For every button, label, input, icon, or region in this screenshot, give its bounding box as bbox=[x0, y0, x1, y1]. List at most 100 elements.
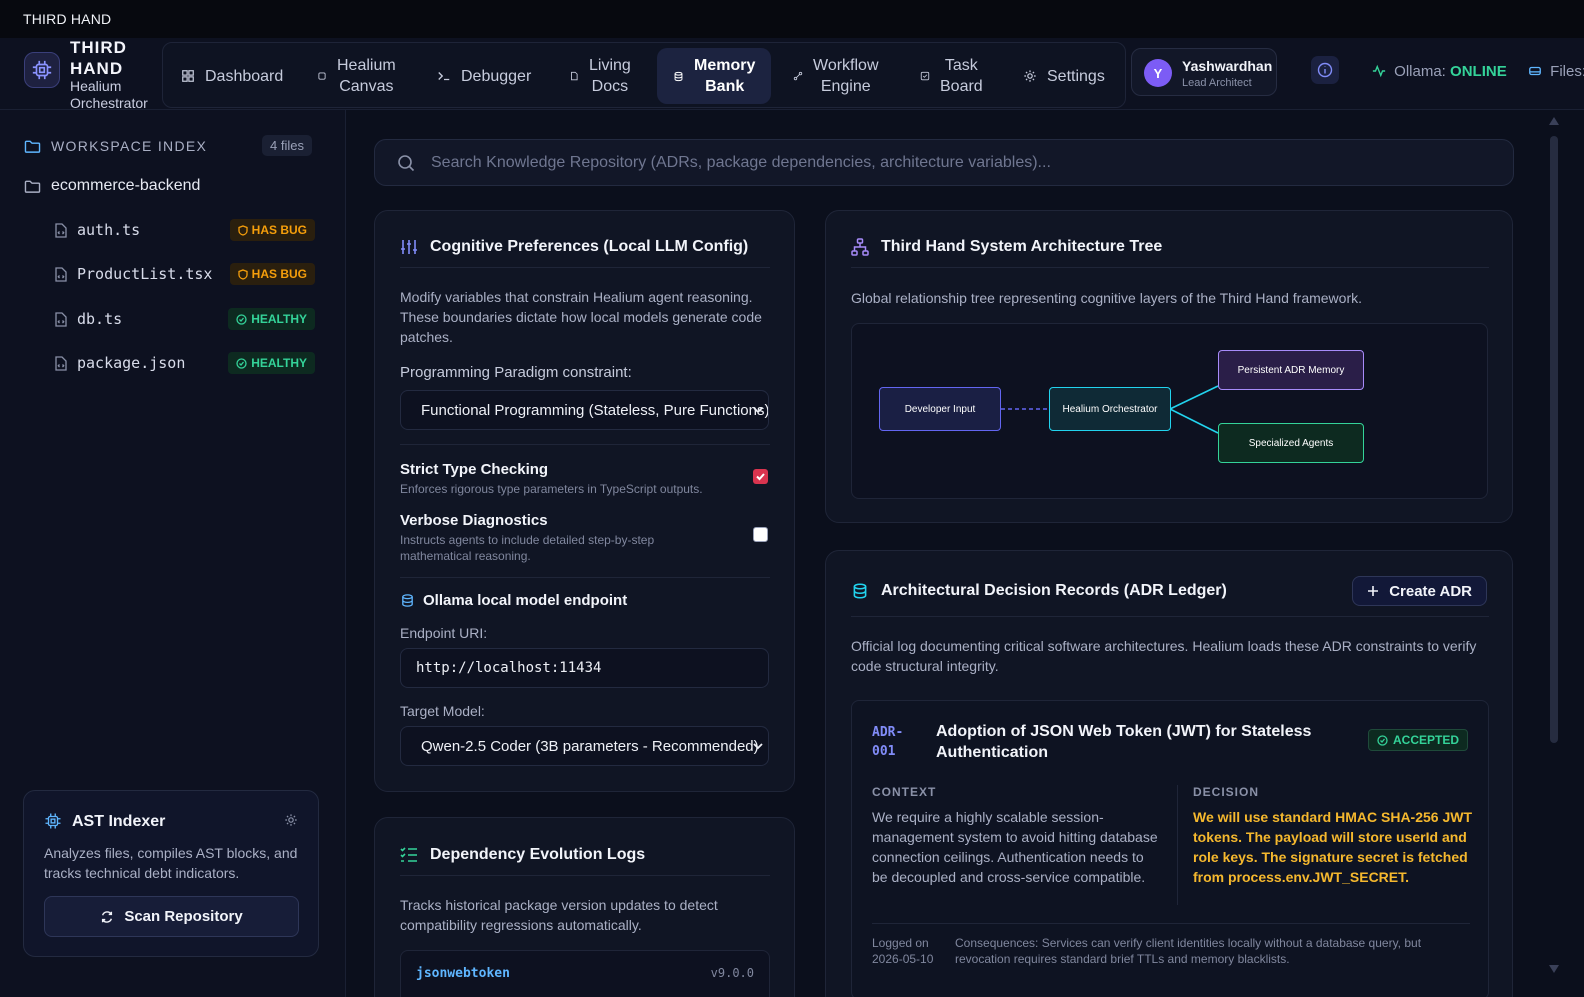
decision-label: DECISION bbox=[1193, 785, 1260, 799]
chevron-down-icon bbox=[753, 407, 763, 414]
nav-dashboard-label: Dashboard bbox=[205, 67, 284, 85]
node-healium-orchestrator: Healium Orchestrator bbox=[1049, 387, 1171, 431]
paradigm-value: Functional Programming (Stateless, Pure … bbox=[421, 401, 769, 419]
gear-icon[interactable] bbox=[284, 813, 298, 827]
nav-workflow-engine-label: Workflow Engine bbox=[813, 57, 879, 95]
database-icon bbox=[853, 583, 867, 599]
scroll-up-icon[interactable] bbox=[1548, 116, 1560, 126]
workspace-header: WORKSPACE INDEX bbox=[24, 138, 207, 154]
endpoint-uri-input[interactable]: http://localhost:11434 bbox=[400, 648, 769, 688]
folder-ecommerce-backend[interactable]: ecommerce-backend bbox=[24, 177, 200, 195]
check-circle-icon bbox=[236, 357, 247, 369]
brand-name-line1: THIRD bbox=[70, 38, 127, 57]
scan-repository-button[interactable]: Scan Repository bbox=[44, 896, 299, 937]
context-text: We require a highly scalable session-man… bbox=[872, 809, 1158, 885]
workflow-icon bbox=[793, 71, 803, 81]
file-count-badge: 4 files bbox=[262, 135, 312, 156]
nav-dashboard[interactable]: Dashboard bbox=[181, 43, 283, 109]
folder-icon bbox=[24, 180, 41, 193]
dependency-version: v9.0.0 bbox=[710, 966, 754, 980]
nav-settings[interactable]: Settings bbox=[1023, 43, 1105, 109]
verbose-diagnostics-checkbox[interactable] bbox=[753, 527, 768, 542]
list-icon bbox=[400, 847, 417, 862]
avatar: Y bbox=[1144, 59, 1172, 87]
main-content: Search Knowledge Repository (ADRs, packa… bbox=[346, 110, 1584, 997]
target-model-select[interactable]: Qwen-2.5 Coder (3B parameters - Recommen… bbox=[400, 726, 769, 766]
nav-memory-bank[interactable]: Memory Bank bbox=[657, 48, 772, 104]
cognitive-preferences-description: Modify variables that constrain Healium … bbox=[400, 289, 762, 345]
dependency-evolution-description: Tracks historical package version update… bbox=[400, 897, 718, 933]
refresh-icon bbox=[102, 910, 113, 923]
context-label: CONTEXT bbox=[872, 785, 937, 799]
ast-indexer-title: AST Indexer bbox=[72, 813, 166, 830]
nav-healium-canvas[interactable]: Healium Canvas bbox=[317, 43, 396, 109]
ast-indexer-card: AST Indexer Analyzes files, compiles AST… bbox=[23, 790, 319, 957]
adr-ledger-card: Architectural Decision Records (ADR Ledg… bbox=[825, 550, 1513, 997]
main-scrollbar[interactable] bbox=[1546, 112, 1562, 980]
architecture-diagram: Developer Input Healium Orchestrator Per… bbox=[851, 323, 1488, 499]
nav-workflow-engine[interactable]: Workflow Engine bbox=[793, 43, 879, 109]
cognitive-preferences-title: Cognitive Preferences (Local LLM Config) bbox=[400, 238, 748, 256]
shield-alert-icon bbox=[238, 224, 248, 236]
file-auth-ts[interactable]: auth.ts HAS BUG bbox=[55, 219, 315, 241]
node-specialized-agents: Specialized Agents bbox=[1218, 423, 1364, 463]
terminal-icon bbox=[438, 72, 450, 81]
nav-task-board[interactable]: Task Board bbox=[920, 43, 983, 109]
nav-debugger[interactable]: Debugger bbox=[437, 43, 531, 109]
chip-icon bbox=[45, 813, 61, 829]
workspace-title: WORKSPACE INDEX bbox=[51, 138, 208, 154]
check-circle-icon bbox=[236, 313, 247, 325]
info-button[interactable] bbox=[1311, 56, 1339, 84]
plus-icon bbox=[1368, 586, 1379, 596]
database-icon bbox=[674, 71, 683, 81]
file-productlist-tsx[interactable]: ProductList.tsx HAS BUG bbox=[55, 263, 315, 285]
file-code-icon bbox=[55, 222, 67, 238]
target-model-label: Target Model: bbox=[400, 703, 485, 719]
verbose-diagnostics-description: Instructs agents to include detailed ste… bbox=[400, 533, 655, 563]
file-code-icon bbox=[55, 266, 67, 282]
file-name: auth.ts bbox=[77, 221, 141, 239]
user-profile[interactable]: Y Yashwardhan Lead Architect bbox=[1131, 48, 1277, 96]
adr-id: ADR- 001 bbox=[872, 725, 904, 759]
check-circle-icon bbox=[1377, 734, 1388, 746]
check-icon bbox=[756, 473, 765, 481]
strict-type-description: Enforces rigorous type parameters in Typ… bbox=[400, 482, 703, 496]
nav-settings-label: Settings bbox=[1047, 67, 1105, 85]
verbose-diagnostics-option: Verbose Diagnostics Instructs agents to … bbox=[400, 512, 700, 564]
chip-logo-icon bbox=[24, 52, 60, 88]
workspace-sidebar: WORKSPACE INDEX 4 files ecommerce-backen… bbox=[0, 110, 346, 997]
file-package-json[interactable]: package.json HEALTHY bbox=[55, 352, 315, 374]
create-adr-button[interactable]: Create ADR bbox=[1352, 576, 1487, 606]
strict-type-checkbox[interactable] bbox=[753, 469, 768, 484]
top-navigation-bar: THIRD HAND Healium Orchestrator Dashboar… bbox=[0, 38, 1584, 112]
adr-ledger-title: Architectural Decision Records (ADR Ledg… bbox=[851, 582, 1227, 600]
file-name: package.json bbox=[77, 354, 186, 372]
file-db-ts[interactable]: db.ts HEALTHY bbox=[55, 308, 315, 330]
ollama-status-label: Ollama: bbox=[1394, 63, 1446, 80]
ollama-status: Ollama: ONLINE bbox=[1372, 63, 1507, 80]
scroll-down-icon[interactable] bbox=[1548, 964, 1560, 974]
scan-repository-label: Scan Repository bbox=[124, 908, 243, 925]
adr-record[interactable]: ADR- 001 Adoption of JSON Web Token (JWT)… bbox=[851, 700, 1489, 997]
nav-living-docs-label: Living Docs bbox=[589, 57, 631, 95]
ollama-status-value: ONLINE bbox=[1450, 63, 1507, 80]
info-icon bbox=[1317, 62, 1333, 78]
activity-icon bbox=[1372, 64, 1386, 78]
nav-living-docs[interactable]: Living Docs bbox=[569, 43, 631, 109]
nav-debugger-label: Debugger bbox=[461, 67, 532, 85]
dependency-package: jsonwebtoken bbox=[416, 966, 510, 981]
scroll-thumb[interactable] bbox=[1550, 136, 1558, 743]
file-name: ProductList.tsx bbox=[77, 265, 213, 283]
cognitive-preferences-card: Cognitive Preferences (Local LLM Config)… bbox=[374, 210, 795, 792]
target-model-value: Qwen-2.5 Coder (3B parameters - Recommen… bbox=[421, 737, 759, 755]
ast-indexer-description: Analyzes files, compiles AST blocks, and… bbox=[44, 845, 298, 881]
adr-ledger-description: Official log documenting critical softwa… bbox=[851, 638, 1477, 674]
status-badge: HAS BUG bbox=[229, 263, 315, 285]
folder-name: ecommerce-backend bbox=[51, 177, 201, 194]
logged-date: Logged on 2026-05-10 bbox=[872, 936, 934, 966]
paradigm-select[interactable]: Functional Programming (Stateless, Pure … bbox=[400, 390, 769, 430]
ollama-endpoint-title: Ollama local model endpoint bbox=[400, 592, 627, 609]
brand-subtitle: Healium Orchestrator bbox=[70, 78, 148, 112]
search-icon bbox=[398, 154, 415, 171]
knowledge-search-input[interactable]: Search Knowledge Repository (ADRs, packa… bbox=[374, 139, 1514, 186]
